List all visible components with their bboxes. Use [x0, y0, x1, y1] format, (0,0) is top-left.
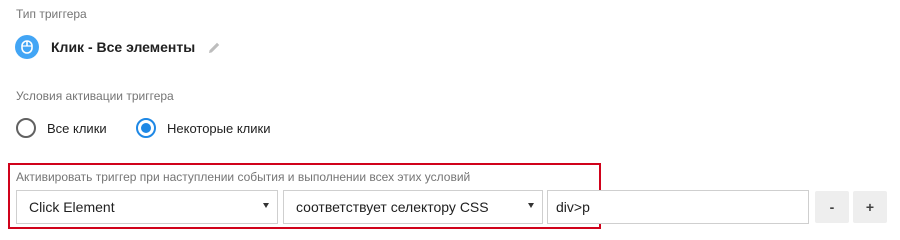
- variable-select[interactable]: Click Element: [16, 190, 278, 224]
- radio-all-clicks[interactable]: Все клики: [16, 118, 136, 138]
- activation-radio-group: Все клики Некоторые клики: [16, 118, 270, 138]
- radio-some-clicks[interactable]: Некоторые клики: [136, 118, 270, 138]
- variable-select-value: Click Element: [29, 199, 115, 215]
- pencil-icon[interactable]: [207, 40, 221, 54]
- dropdown-caret-icon: [263, 203, 269, 208]
- radio-checked-icon: [136, 118, 156, 138]
- remove-condition-button[interactable]: -: [815, 191, 849, 223]
- condition-value-input[interactable]: [547, 190, 809, 224]
- dropdown-caret-icon: [528, 203, 534, 208]
- add-condition-button[interactable]: +: [853, 191, 887, 223]
- radio-some-clicks-label: Некоторые клики: [167, 120, 271, 136]
- operator-select-value: соответствует селектору CSS: [296, 199, 489, 215]
- radio-all-clicks-label: Все клики: [47, 120, 107, 136]
- trigger-type-label: Тип триггера: [16, 7, 87, 21]
- trigger-config-panel: Тип триггера Клик - Все элементы Условия…: [0, 0, 900, 236]
- activation-conditions-label: Условия активации триггера: [16, 89, 174, 103]
- operator-select[interactable]: соответствует селектору CSS: [283, 190, 543, 224]
- trigger-type-name: Клик - Все элементы: [51, 39, 196, 55]
- mouse-icon: [15, 35, 39, 59]
- conditions-caption: Активировать триггер при наступлении соб…: [16, 170, 471, 184]
- radio-unchecked-icon: [16, 118, 36, 138]
- trigger-type-selector[interactable]: Клик - Все элементы: [15, 35, 221, 59]
